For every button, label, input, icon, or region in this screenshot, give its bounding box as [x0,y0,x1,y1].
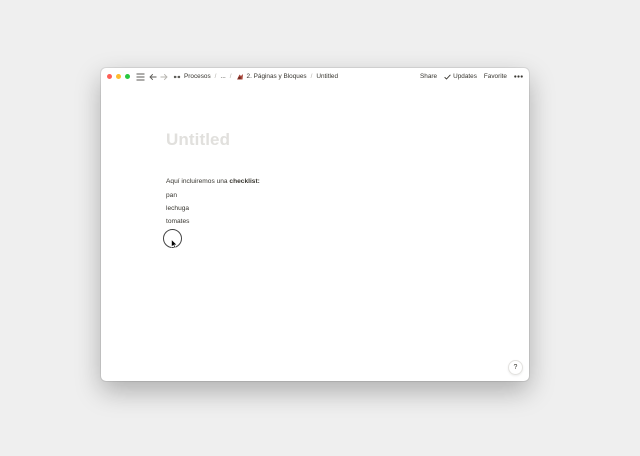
share-button[interactable]: Share [420,73,437,80]
breadcrumb-parent[interactable]: 2. Páginas y Bloques [236,73,307,81]
list-item[interactable]: pan [166,192,177,199]
breadcrumb-ellipsis[interactable]: ... [220,73,225,80]
page-content: Untitled Aquí incluiremos una checklist:… [166,130,260,225]
arrow-left-icon[interactable] [149,73,157,81]
topbar-actions: Share Updates Favorite [420,68,523,85]
minimize-window-button[interactable] [116,74,121,79]
breadcrumb-parent-label: 2. Páginas y Bloques [246,73,307,80]
intro-text: Aquí incluiremos una [166,178,230,185]
intro-paragraph[interactable]: Aquí incluiremos una checklist: [166,178,260,185]
checkmark-icon [444,73,451,80]
breadcrumb-workspace-label: Procesos [184,73,211,80]
close-window-button[interactable] [107,74,112,79]
list-item[interactable]: tomates [166,218,189,225]
app-window: Procesos / ... / 2. Páginas y Bloques / … [101,68,529,381]
updates-label: Updates [453,73,477,80]
list-item[interactable]: lechuga [166,205,189,212]
arrow-right-icon[interactable] [160,73,168,81]
updates-button[interactable]: Updates [444,73,477,80]
zoom-window-button[interactable] [125,74,130,79]
people-icon [173,74,181,80]
page-emoji-icon [236,73,244,81]
ellipsis-icon[interactable] [514,75,523,78]
help-button[interactable]: ? [508,360,523,375]
breadcrumb-separator: / [214,73,217,80]
mouse-pointer-icon [171,236,178,249]
breadcrumb-current[interactable]: Untitled [316,73,338,80]
history-nav [149,73,168,81]
intro-bold-text: checklist: [229,178,260,185]
page-title[interactable]: Untitled [166,130,230,150]
hamburger-menu-icon[interactable] [136,72,145,81]
title-bar: Procesos / ... / 2. Páginas y Bloques / … [101,68,529,85]
breadcrumb-separator: / [310,73,313,80]
window-controls [107,74,130,79]
breadcrumb: Procesos / ... / 2. Páginas y Bloques / … [173,73,338,81]
favorite-button[interactable]: Favorite [484,73,507,80]
breadcrumb-workspace[interactable]: Procesos [173,73,211,80]
breadcrumb-separator: / [229,73,232,80]
